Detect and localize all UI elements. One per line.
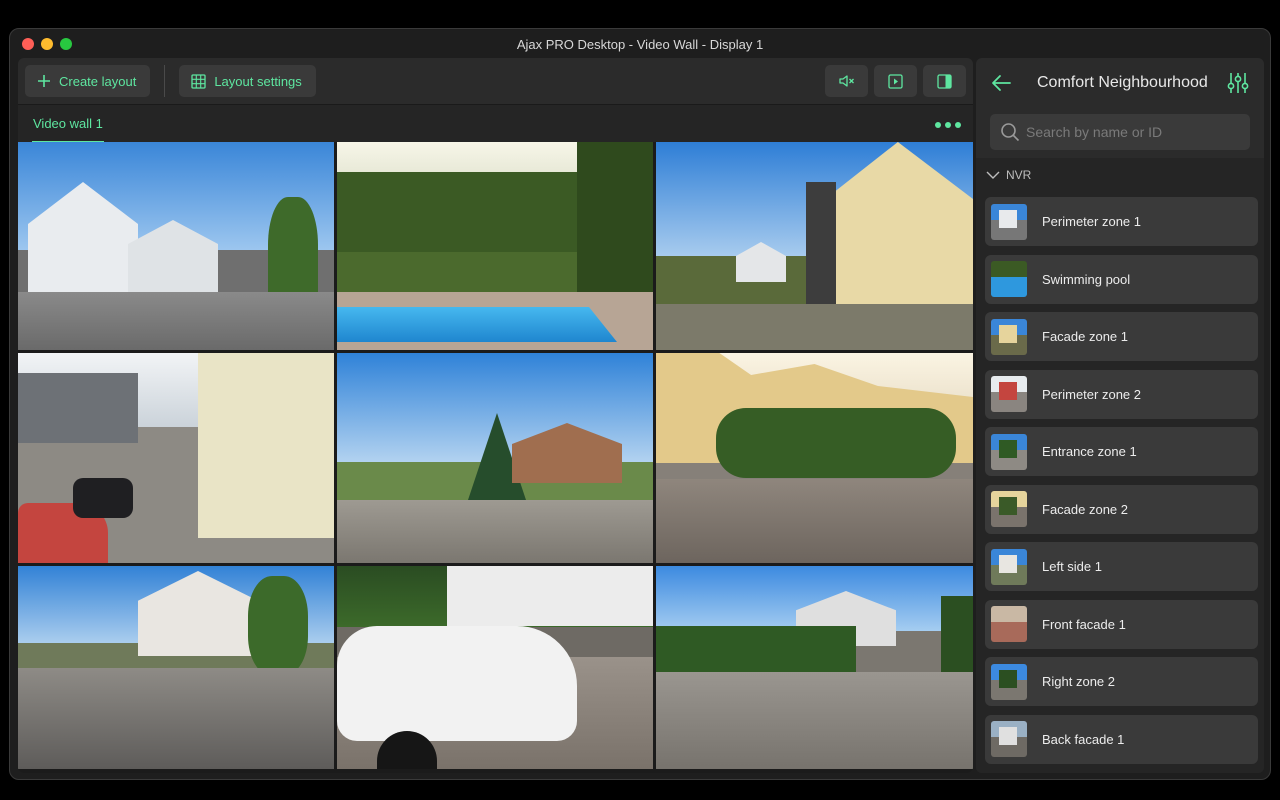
camera-tile[interactable] xyxy=(337,566,653,769)
tab-label: Video wall 1 xyxy=(33,115,103,131)
camera-sidebar: Comfort Neighbourhood NVR xyxy=(976,58,1264,773)
list-item-label: Perimeter zone 2 xyxy=(1042,386,1141,402)
list-item-label: Swimming pool xyxy=(1042,271,1131,287)
panel-toggle-icon xyxy=(937,73,952,89)
camera-thumbnail xyxy=(991,491,1027,527)
filter-button[interactable] xyxy=(1226,71,1250,100)
camera-tile[interactable] xyxy=(656,142,973,350)
list-item-label: Facade zone 1 xyxy=(1042,329,1129,344)
maximize-window-button[interactable] xyxy=(60,38,72,50)
search-box xyxy=(990,114,1250,150)
list-item-label: Right zone 2 xyxy=(1042,674,1115,689)
create-layout-label: Create layout xyxy=(59,73,137,89)
window-title: Ajax PRO Desktop - Video Wall - Display … xyxy=(516,36,764,52)
more-dot-icon xyxy=(955,122,961,128)
list-item[interactable]: Front facade 1 xyxy=(985,599,1258,649)
panel-toggle-button[interactable] xyxy=(923,65,966,97)
toolbar-divider xyxy=(164,65,166,97)
camera-thumbnail xyxy=(991,721,1027,757)
toolbar: Create layout Layout settings xyxy=(18,58,973,104)
layout-settings-button[interactable]: Layout settings xyxy=(179,65,316,97)
list-item-label: Facade zone 2 xyxy=(1042,501,1129,517)
camera-tile[interactable] xyxy=(18,353,334,563)
mute-button[interactable] xyxy=(825,65,868,97)
close-window-button[interactable] xyxy=(22,38,34,50)
list-item[interactable]: Right zone 2 xyxy=(985,657,1258,706)
layout-grid-icon xyxy=(191,73,206,89)
camera-thumbnail xyxy=(991,376,1027,412)
list-item[interactable]: Entrance zone 1 xyxy=(985,427,1258,476)
list-item-label: Entrance zone 1 xyxy=(1042,444,1137,459)
layout-settings-label: Layout settings xyxy=(214,73,302,89)
camera-thumbnail xyxy=(991,203,1027,240)
camera-grid xyxy=(18,142,973,773)
camera-thumbnail xyxy=(991,318,1027,355)
window-controls xyxy=(22,38,72,50)
list-item[interactable]: Back facade 1 xyxy=(985,714,1258,764)
back-button[interactable] xyxy=(990,72,1012,99)
camera-tile[interactable] xyxy=(18,142,334,350)
sliders-icon xyxy=(1227,73,1249,93)
camera-thumbnail xyxy=(991,433,1027,470)
more-dot-icon xyxy=(945,122,951,128)
arrow-left-icon xyxy=(992,75,1011,91)
camera-thumbnail xyxy=(991,548,1027,585)
camera-thumbnail xyxy=(991,606,1027,642)
list-item[interactable]: Swimming pool xyxy=(985,254,1258,304)
list-item[interactable]: Facade zone 2 xyxy=(985,484,1258,534)
camera-thumbnail xyxy=(991,261,1027,297)
sidebar-header: Comfort Neighbourhood xyxy=(976,58,1264,108)
camera-tile[interactable] xyxy=(656,353,973,563)
camera-list: Perimeter zone 1 Swimming pool Facade zo… xyxy=(985,197,1258,772)
more-dot-icon xyxy=(935,122,941,128)
site-title: Comfort Neighbourhood xyxy=(1037,74,1208,91)
nvr-group-toggle[interactable]: NVR xyxy=(986,168,1031,182)
create-layout-button[interactable]: Create layout xyxy=(25,65,151,97)
search-icon xyxy=(1001,123,1020,142)
camera-tile[interactable] xyxy=(18,566,334,769)
toolbar-actions xyxy=(825,65,966,97)
play-icon xyxy=(888,73,903,89)
plus-icon xyxy=(38,75,50,87)
tab-video-wall-1[interactable]: Video wall 1 xyxy=(32,105,104,143)
list-item[interactable]: Perimeter zone 2 xyxy=(985,369,1258,419)
minimize-window-button[interactable] xyxy=(41,38,53,50)
title-bar: Ajax PRO Desktop - Video Wall - Display … xyxy=(10,29,1270,59)
video-wall-panel: Create layout Layout settings Video wall… xyxy=(18,58,973,773)
layout-tabs: Video wall 1 xyxy=(18,104,973,143)
list-item[interactable]: Perimeter zone 1 xyxy=(985,197,1258,246)
camera-tile[interactable] xyxy=(656,566,973,769)
play-button[interactable] xyxy=(874,65,917,97)
list-item-label: Back facade 1 xyxy=(1042,731,1125,747)
list-item[interactable]: Left side 1 xyxy=(985,542,1258,591)
search-input[interactable] xyxy=(1026,114,1244,150)
list-item-label: Front facade 1 xyxy=(1042,616,1126,632)
app-window: Ajax PRO Desktop - Video Wall - Display … xyxy=(9,28,1271,780)
list-item[interactable]: Facade zone 1 xyxy=(985,312,1258,361)
list-item-label: Perimeter zone 1 xyxy=(1042,214,1141,229)
group-label: NVR xyxy=(1006,168,1032,182)
more-options-button[interactable] xyxy=(935,122,961,128)
camera-tile[interactable] xyxy=(337,353,653,563)
chevron-down-icon xyxy=(986,171,1000,179)
camera-thumbnail xyxy=(991,663,1027,700)
list-item-label: Left side 1 xyxy=(1042,559,1102,574)
camera-tile[interactable] xyxy=(337,142,653,350)
mute-icon xyxy=(838,75,854,87)
